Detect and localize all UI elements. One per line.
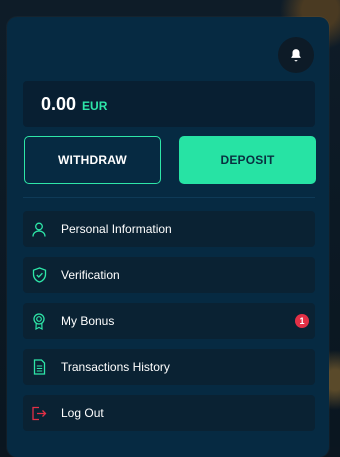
menu-item-my-bonus[interactable]: My Bonus 1 bbox=[23, 303, 315, 339]
notifications-button[interactable] bbox=[278, 37, 314, 73]
menu-item-label: Verification bbox=[61, 268, 120, 282]
user-icon bbox=[31, 221, 47, 237]
balance-display: 0.00 EUR bbox=[23, 81, 315, 127]
balance-currency: EUR bbox=[82, 98, 108, 113]
shield-check-icon bbox=[31, 267, 47, 283]
menu-item-transactions-history[interactable]: Transactions History bbox=[23, 349, 315, 385]
menu-item-verification[interactable]: Verification bbox=[23, 257, 315, 293]
menu-item-label: My Bonus bbox=[61, 314, 115, 328]
document-icon bbox=[31, 359, 47, 375]
logout-icon bbox=[31, 405, 47, 421]
menu-item-label: Personal Information bbox=[61, 222, 172, 236]
menu-item-personal-information[interactable]: Personal Information bbox=[23, 211, 315, 247]
menu-item-label: Log Out bbox=[61, 406, 104, 420]
menu-item-log-out[interactable]: Log Out bbox=[23, 395, 315, 431]
menu-item-label: Transactions History bbox=[61, 360, 170, 374]
notification-badge: 1 bbox=[295, 314, 309, 328]
divider bbox=[23, 197, 315, 198]
withdraw-button[interactable]: WITHDRAW bbox=[24, 136, 161, 184]
account-dropdown-panel: 0.00 EUR WITHDRAW DEPOSIT Personal Infor… bbox=[7, 17, 329, 457]
award-icon bbox=[31, 312, 47, 330]
balance-amount: 0.00 bbox=[41, 93, 77, 114]
bell-icon bbox=[291, 49, 301, 62]
deposit-button[interactable]: DEPOSIT bbox=[179, 136, 316, 184]
